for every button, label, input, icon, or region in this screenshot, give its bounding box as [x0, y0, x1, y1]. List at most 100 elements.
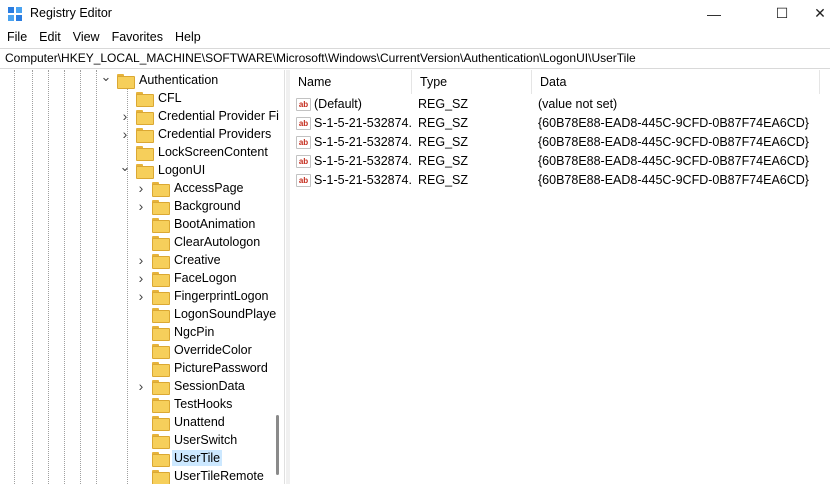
- chevron-right-icon[interactable]: ›: [136, 378, 146, 394]
- tree-node-label: LogonUI: [158, 163, 206, 177]
- folder-icon: [152, 469, 170, 484]
- menu-file[interactable]: File: [0, 27, 32, 47]
- value-row[interactable]: ab S-1-5-21-532874... REG_SZ {60B78E88-EAD8…: [290, 114, 830, 133]
- tree-node[interactable]: ⌄ Authentication: [101, 70, 220, 89]
- chevron-right-icon[interactable]: ›: [120, 108, 130, 124]
- minimize-button[interactable]: —: [691, 0, 737, 27]
- tree-node[interactable]: › AccessPage: [136, 179, 245, 197]
- value-name-cell: ab S-1-5-21-532874...: [296, 133, 412, 152]
- tree-node[interactable]: UserTileRemote: [136, 467, 266, 484]
- tree-node-label: AccessPage: [174, 181, 244, 195]
- tree-node[interactable]: › FingerprintLogon: [136, 287, 271, 305]
- tree-node[interactable]: ClearAutologon: [136, 233, 262, 251]
- expander-placeholder: [136, 399, 146, 409]
- tree-node[interactable]: UserTile: [136, 449, 223, 467]
- tree-node-label: NgcPin: [174, 325, 215, 339]
- tree-node[interactable]: › Background: [136, 197, 243, 215]
- tree-node[interactable]: NgcPin: [136, 323, 216, 341]
- chevron-down-icon[interactable]: ⌄: [120, 159, 131, 174]
- folder-icon: [152, 415, 170, 431]
- chevron-right-icon[interactable]: ›: [136, 288, 146, 304]
- tree-node[interactable]: › SessionData: [136, 377, 247, 395]
- column-header-name[interactable]: Name: [290, 70, 412, 94]
- tree-node[interactable]: TestHooks: [136, 395, 234, 413]
- ab-string-icon: ab: [296, 136, 311, 149]
- expander-placeholder: [136, 237, 146, 247]
- value-type: REG_SZ: [418, 97, 469, 111]
- menu-help[interactable]: Help: [168, 27, 206, 47]
- column-header-type[interactable]: Type: [412, 70, 532, 94]
- value-name: S-1-5-21-532874...: [314, 116, 412, 130]
- ab-string-icon: ab: [296, 98, 311, 111]
- chevron-down-icon[interactable]: ⌄: [101, 70, 112, 84]
- folder-icon: [152, 253, 170, 269]
- expander-placeholder: [120, 147, 130, 157]
- expander-placeholder: [136, 417, 146, 427]
- tree-node[interactable]: › FaceLogon: [136, 269, 239, 287]
- close-button[interactable]: ✕: [810, 0, 830, 27]
- tree-node[interactable]: LogonSoundPlaye: [136, 305, 278, 323]
- maximize-button[interactable]: ☐: [759, 0, 805, 27]
- tree-guide-line: [96, 70, 97, 484]
- expander-placeholder: [136, 435, 146, 445]
- tree-node[interactable]: BootAnimation: [136, 215, 257, 233]
- tree-node-label: BootAnimation: [174, 217, 256, 231]
- folder-icon: [152, 307, 170, 323]
- folder-icon: [136, 109, 154, 125]
- value-data: (value not set): [538, 97, 618, 111]
- tree-node-label: LockScreenContent: [158, 145, 268, 159]
- tree-scrollbar-thumb[interactable]: [276, 415, 279, 475]
- tree-node[interactable]: ⌄ LogonUI: [120, 159, 207, 179]
- chevron-right-icon[interactable]: ›: [136, 252, 146, 268]
- menu-favorites[interactable]: Favorites: [105, 27, 168, 47]
- value-row[interactable]: ab (Default) REG_SZ (value not set): [290, 95, 830, 114]
- value-type: REG_SZ: [418, 173, 469, 187]
- tree-node[interactable]: LockScreenContent: [120, 143, 270, 161]
- value-name-cell: ab S-1-5-21-532874...: [296, 171, 412, 190]
- tree-node-label: Unattend: [174, 415, 225, 429]
- value-row[interactable]: ab S-1-5-21-532874... REG_SZ {60B78E88-EAD8…: [290, 152, 830, 171]
- value-type: REG_SZ: [418, 135, 469, 149]
- folder-icon: [152, 343, 170, 359]
- chevron-right-icon[interactable]: ›: [136, 180, 146, 196]
- folder-icon: [136, 91, 154, 107]
- value-row[interactable]: ab S-1-5-21-532874... REG_SZ {60B78E88-EAD8…: [290, 171, 830, 190]
- menu-view[interactable]: View: [66, 27, 105, 47]
- tree-node-label: FingerprintLogon: [174, 289, 269, 303]
- expander-placeholder: [136, 219, 146, 229]
- title-bar: Registry Editor — ☐ ✕: [0, 0, 830, 27]
- tree-node-label: UserTileRemote: [174, 469, 264, 483]
- tree-node[interactable]: › Creative: [136, 251, 223, 269]
- chevron-right-icon[interactable]: ›: [136, 270, 146, 286]
- tree-node[interactable]: Unattend: [136, 413, 227, 431]
- folder-icon: [117, 73, 135, 89]
- tree-node[interactable]: › Credential Providers: [120, 125, 273, 143]
- window-title: Registry Editor: [30, 6, 112, 20]
- tree-node[interactable]: PicturePassword: [136, 359, 270, 377]
- menu-edit[interactable]: Edit: [32, 27, 66, 47]
- expander-placeholder: [136, 309, 146, 319]
- values-list: Name Type Data ab (Default) REG_SZ (value n…: [290, 70, 830, 484]
- expander-placeholder: [136, 471, 146, 481]
- tree-guide-line: [32, 70, 33, 484]
- tree-node[interactable]: › Credential Provider Fi: [120, 107, 281, 125]
- tree-node[interactable]: OverrideColor: [136, 341, 254, 359]
- chevron-right-icon[interactable]: ›: [120, 126, 130, 142]
- address-bar[interactable]: Computer\HKEY_LOCAL_MACHINE\SOFTWARE\Mic…: [0, 48, 830, 69]
- folder-icon: [152, 451, 170, 467]
- expander-placeholder: [120, 93, 130, 103]
- column-header-data[interactable]: Data: [532, 70, 820, 94]
- value-data: {60B78E88-EAD8-445C-9CFD-0B87F74EA6CD}: [538, 135, 809, 149]
- tree-node-label: Creative: [174, 253, 221, 267]
- chevron-right-icon[interactable]: ›: [136, 198, 146, 214]
- tree-node[interactable]: CFL: [120, 89, 184, 107]
- folder-icon: [152, 379, 170, 395]
- tree-node[interactable]: UserSwitch: [136, 431, 239, 449]
- folder-icon: [152, 271, 170, 287]
- value-data: {60B78E88-EAD8-445C-9CFD-0B87F74EA6CD}: [538, 173, 809, 187]
- value-row[interactable]: ab S-1-5-21-532874... REG_SZ {60B78E88-EAD8…: [290, 133, 830, 152]
- registry-editor-app-icon: [8, 7, 22, 21]
- value-name: S-1-5-21-532874...: [314, 154, 412, 168]
- value-type: REG_SZ: [418, 154, 469, 168]
- folder-icon: [152, 433, 170, 449]
